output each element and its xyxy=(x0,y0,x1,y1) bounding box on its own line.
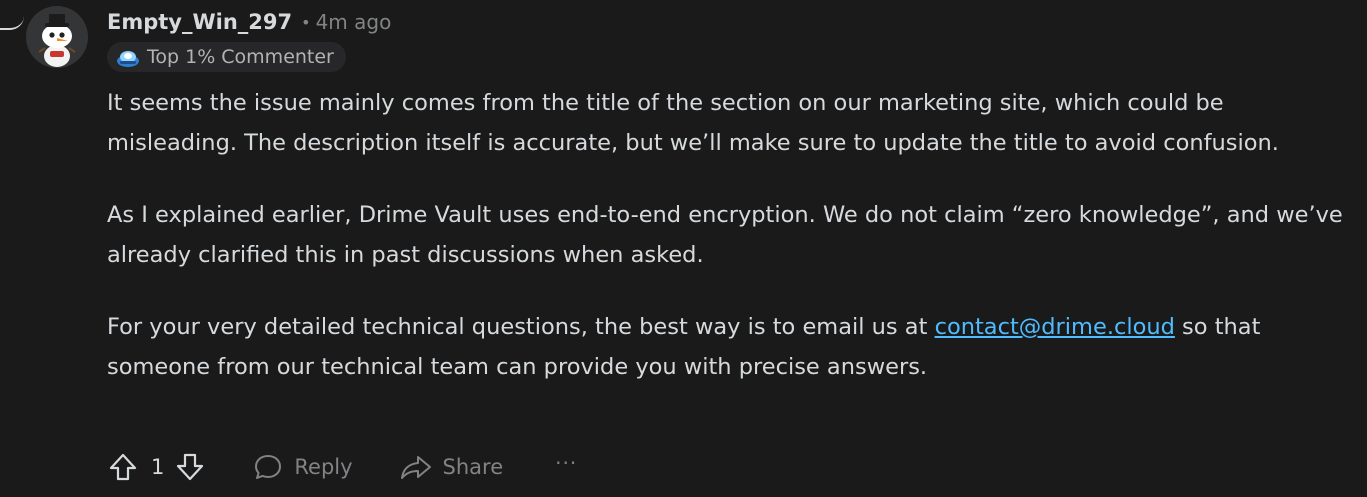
comment-paragraph: It seems the issue mainly comes from the… xyxy=(107,90,1279,156)
snoo-snowman-avatar-icon xyxy=(26,6,88,68)
paragraph-text: For your very detailed technical questio… xyxy=(107,314,935,340)
ellipsis-icon: ··· xyxy=(555,451,578,475)
comment-paragraph: As I explained earlier, Drime Vault uses… xyxy=(107,202,1343,268)
share-label: Share xyxy=(442,455,504,479)
share-arrow-icon xyxy=(400,456,431,479)
reply-label: Reply xyxy=(294,455,353,479)
arrow-up-icon xyxy=(109,453,137,481)
speech-bubble-icon xyxy=(255,455,282,479)
downvote-button[interactable] xyxy=(174,451,206,483)
share-button[interactable]: Share xyxy=(399,451,504,483)
flair-label: Top 1% Commenter xyxy=(147,46,334,68)
meta-separator: • xyxy=(301,12,311,32)
arrow-down-icon xyxy=(177,453,204,481)
author-username[interactable]: Empty_Win_297 xyxy=(107,10,292,34)
comment-action-bar: 1 Reply Share ··· xyxy=(107,446,577,488)
comment-body: It seems the issue mainly comes from the… xyxy=(107,83,1357,419)
more-options-button[interactable]: ··· xyxy=(555,451,577,475)
upvote-button[interactable] xyxy=(107,451,139,483)
vote-score: 1 xyxy=(151,455,165,479)
comment-timestamp[interactable]: 4m ago xyxy=(316,10,392,34)
comment-header: Empty_Win_297 • 4m ago xyxy=(107,4,391,40)
email-link[interactable]: contact@drime.cloud xyxy=(935,314,1175,340)
user-flair-badge: Top 1% Commenter xyxy=(107,42,346,72)
comment-paragraph: For your very detailed technical questio… xyxy=(107,307,1357,387)
thread-connector-line xyxy=(0,0,24,30)
reply-button[interactable]: Reply xyxy=(252,451,353,483)
avatar[interactable] xyxy=(26,6,88,68)
commenter-badge-icon xyxy=(117,51,139,67)
